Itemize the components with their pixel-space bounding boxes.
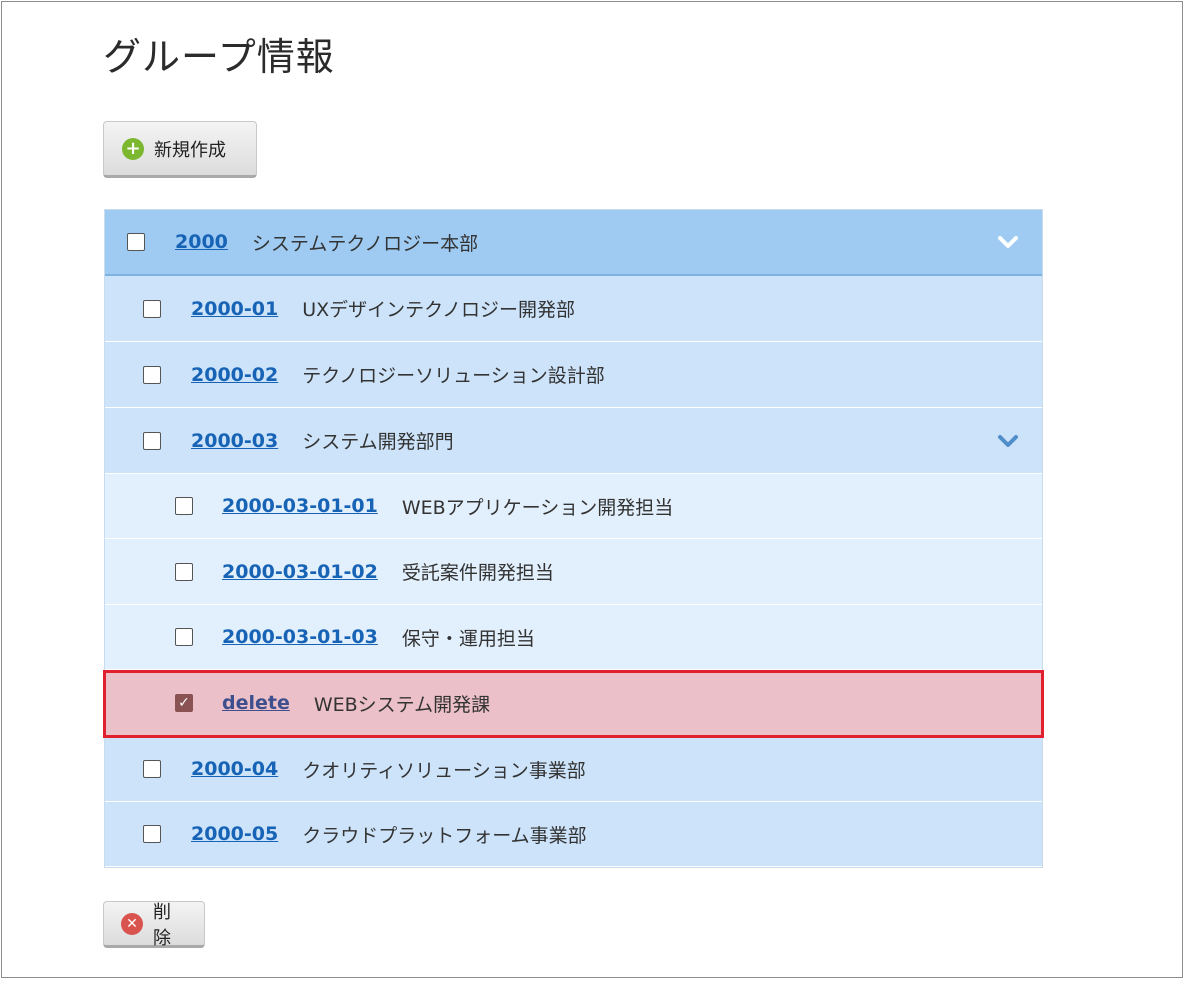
- row-checkbox[interactable]: [143, 365, 161, 384]
- group-code-link[interactable]: 2000-02: [191, 364, 278, 386]
- row-checkbox[interactable]: [127, 233, 145, 251]
- group-row: 2000-01 UXデザインテクノロジー開発部: [105, 276, 1042, 342]
- group-row: 2000-03-01-02 受託案件開発担当: [105, 539, 1042, 605]
- group-name: UXデザインテクノロジー開発部: [302, 299, 576, 321]
- row-checkbox[interactable]: [175, 628, 193, 646]
- group-code-link[interactable]: 2000-03-01-02: [222, 561, 378, 583]
- group-code-link[interactable]: 2000-03-01-01: [222, 495, 378, 517]
- group-code-link[interactable]: 2000: [175, 231, 228, 253]
- group-row-selected: ✓ delete WEBシステム開発課: [105, 670, 1042, 737]
- group-row: 2000-03 システム開発部門: [105, 408, 1042, 474]
- row-checkbox-checked[interactable]: ✓: [175, 694, 193, 712]
- group-row: 2000-03-01-01 WEBアプリケーション開発担当: [105, 474, 1042, 539]
- group-name: WEBシステム開発課: [313, 693, 491, 716]
- group-name: システム開発部門: [302, 431, 454, 453]
- group-name: クラウドプラットフォーム事業部: [302, 824, 587, 847]
- group-name: 保守・運用担当: [401, 627, 535, 650]
- group-row: 2000 システムテクノロジー本部: [105, 210, 1042, 276]
- group-code-link[interactable]: delete: [222, 692, 290, 714]
- chevron-down-icon[interactable]: [996, 230, 1020, 254]
- group-code-link[interactable]: 2000-05: [191, 823, 278, 845]
- group-name: システムテクノロジー本部: [251, 232, 479, 255]
- close-circle-icon: ✕: [121, 912, 143, 935]
- group-row: 2000-02 テクノロジーソリューション設計部: [105, 342, 1042, 408]
- group-row: 2000-05 クラウドプラットフォーム事業部: [105, 802, 1042, 867]
- row-checkbox[interactable]: [143, 760, 161, 778]
- row-checkbox[interactable]: [143, 299, 161, 318]
- group-code-link[interactable]: 2000-03: [191, 430, 278, 452]
- row-checkbox[interactable]: [175, 497, 193, 515]
- group-code-link[interactable]: 2000-01: [191, 298, 278, 320]
- group-code-link[interactable]: 2000-03-01-03: [222, 626, 378, 648]
- create-button-label: 新規作成: [154, 139, 226, 161]
- group-name: WEBアプリケーション開発担当: [401, 496, 674, 519]
- group-code-link[interactable]: 2000-04: [191, 758, 278, 780]
- group-name: クオリティソリューション事業部: [302, 759, 586, 782]
- row-checkbox[interactable]: [175, 562, 193, 581]
- plus-circle-icon: +: [122, 137, 144, 160]
- group-row: 2000-03-01-03 保守・運用担当: [105, 605, 1042, 670]
- group-tree: 2000 システムテクノロジー本部 2000-01 UXデザインテクノロジー開発…: [104, 209, 1043, 868]
- create-button[interactable]: + 新規作成: [103, 121, 257, 178]
- group-name: 受託案件開発担当: [401, 562, 554, 584]
- group-row: 2000-04 クオリティソリューション事業部: [105, 737, 1042, 802]
- delete-button[interactable]: ✕ 削除: [103, 901, 205, 949]
- page-title: グループ情報: [103, 35, 335, 79]
- group-name: テクノロジーソリューション設計部: [302, 365, 605, 387]
- row-checkbox[interactable]: [143, 825, 161, 843]
- delete-button-label: 削除: [153, 901, 171, 949]
- chevron-down-icon[interactable]: [996, 429, 1020, 453]
- row-checkbox[interactable]: [143, 431, 161, 450]
